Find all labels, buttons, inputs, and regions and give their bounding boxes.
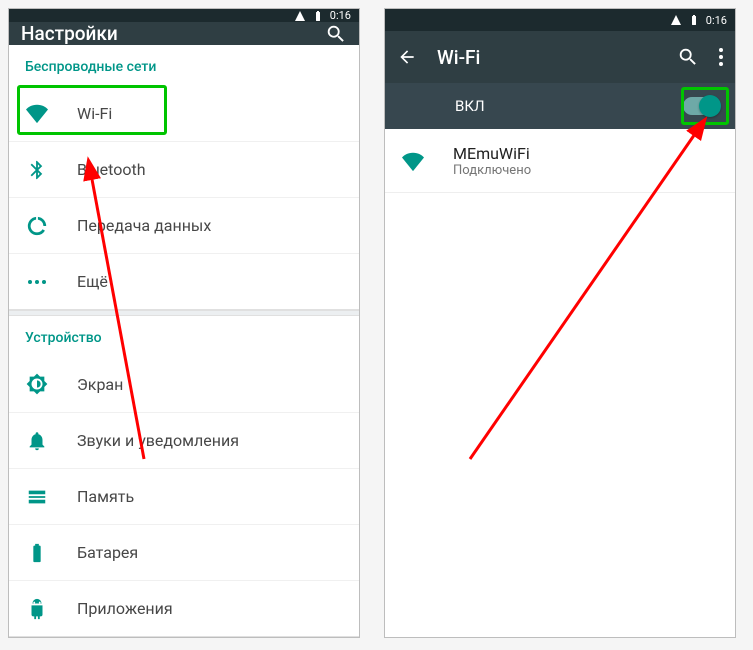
bluetooth-icon [25, 158, 49, 182]
statusbar-time: 0:16 [330, 9, 351, 22]
page-title: Настройки [21, 22, 305, 45]
switch-label: ВКЛ [455, 97, 683, 115]
section-header-device: Устройство [9, 316, 359, 356]
phone-wifi: 0:16 Wi-Fi ВКЛ MEmuWiFi Подключено [384, 8, 736, 638]
android-icon [25, 597, 49, 621]
section-header-wireless: Беспроводные сети [9, 45, 359, 85]
wifi-network-row[interactable]: MEmuWiFi Подключено [385, 129, 735, 193]
bell-icon [25, 429, 49, 453]
row-label: Приложения [77, 599, 173, 618]
row-more[interactable]: Ещё [9, 253, 359, 309]
statusbar-time: 0:16 [706, 14, 727, 27]
wifi-name: MEmuWiFi [453, 144, 531, 163]
statusbar: 0:16 [9, 9, 359, 22]
search-icon[interactable] [677, 46, 699, 68]
row-data-usage[interactable]: Передача данных [9, 197, 359, 253]
wifi-icon [25, 101, 49, 125]
row-label: Bluetooth [77, 160, 146, 179]
phone-settings: 0:16 Настройки Беспроводные сети Wi-Fi B… [8, 8, 360, 638]
row-label: Память [77, 487, 134, 506]
battery-full-icon [25, 541, 49, 565]
row-label: Wi-Fi [77, 104, 112, 123]
wifi-icon [401, 149, 425, 173]
page-title: Wi-Fi [437, 46, 657, 69]
row-memory[interactable]: Память [9, 468, 359, 524]
back-icon[interactable] [397, 47, 417, 67]
row-sound[interactable]: Звуки и уведомления [9, 412, 359, 468]
row-battery[interactable]: Батарея [9, 524, 359, 580]
wifi-info: MEmuWiFi Подключено [453, 144, 531, 178]
more-icon [25, 270, 49, 294]
statusbar: 0:16 [385, 9, 735, 31]
data-usage-icon [25, 214, 49, 238]
search-icon[interactable] [325, 23, 347, 45]
section-device: Устройство Экран Звуки и уведомления Пам… [9, 316, 359, 637]
memory-icon [25, 485, 49, 509]
row-label: Передача данных [77, 216, 211, 235]
overflow-icon[interactable] [719, 48, 723, 66]
row-wifi[interactable]: Wi-Fi [9, 85, 359, 141]
brightness-icon [25, 372, 49, 396]
section-wireless: Беспроводные сети Wi-Fi Bluetooth Переда… [9, 45, 359, 310]
wifi-toggle[interactable] [683, 97, 719, 115]
toolbar: Настройки [9, 22, 359, 45]
row-bluetooth[interactable]: Bluetooth [9, 141, 359, 197]
wifi-status: Подключено [453, 163, 531, 178]
row-apps[interactable]: Приложения [9, 580, 359, 636]
row-label: Звуки и уведомления [77, 431, 239, 450]
battery-icon [312, 10, 324, 22]
battery-icon [688, 14, 700, 26]
row-display[interactable]: Экран [9, 356, 359, 412]
toolbar-wifi: Wi-Fi [385, 31, 735, 83]
signal-icon [294, 10, 306, 22]
row-label: Экран [77, 375, 123, 394]
wifi-switch-bar: ВКЛ [385, 83, 735, 129]
signal-icon [670, 14, 682, 26]
row-label: Ещё [77, 272, 108, 291]
row-label: Батарея [77, 543, 138, 562]
